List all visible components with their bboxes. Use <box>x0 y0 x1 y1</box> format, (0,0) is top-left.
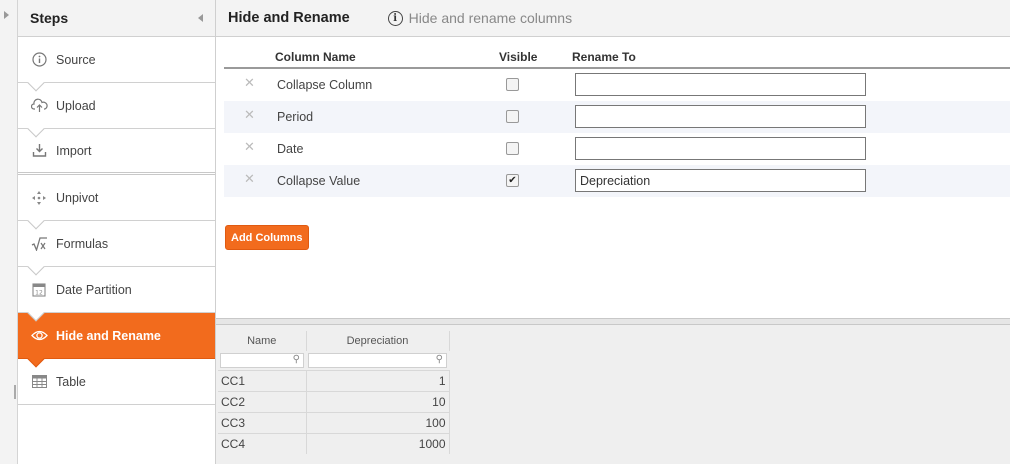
table-cell: 1 <box>306 369 450 391</box>
step-upload[interactable]: Upload <box>18 83 215 138</box>
rename-input[interactable] <box>575 105 866 128</box>
column-name-header: Column Name <box>275 50 356 64</box>
filter-cell: ⚲ <box>306 351 449 370</box>
table-cell: CC1 <box>218 369 307 391</box>
resize-grip[interactable] <box>14 385 16 399</box>
add-columns-button[interactable]: Add Columns <box>225 225 309 250</box>
panel-splitter[interactable] <box>216 318 1010 325</box>
calendar-icon: 12 <box>30 281 48 299</box>
rename-to-header: Rename To <box>572 50 636 64</box>
remove-icon[interactable]: ✕ <box>244 171 255 187</box>
column-name: Collapse Column <box>277 78 373 92</box>
visible-checkbox[interactable] <box>506 110 519 123</box>
download-tray-icon <box>30 142 48 160</box>
rename-input[interactable] <box>575 73 866 96</box>
column-header[interactable]: Name <box>218 331 307 351</box>
steps-header: Steps <box>18 0 215 37</box>
step-table[interactable]: Table <box>18 359 215 405</box>
step-formulas[interactable]: Formulas <box>18 221 215 276</box>
columns-grid-header: Column Name Visible Rename To <box>224 47 1010 69</box>
table-row: CC1 1 <box>218 369 450 391</box>
visible-checkbox[interactable] <box>506 78 519 91</box>
step-hide-and-rename[interactable]: Hide and Rename <box>18 313 215 368</box>
step-import[interactable]: Import <box>18 129 215 175</box>
filter-input[interactable]: ⚲ <box>308 352 447 368</box>
search-icon: ⚲ <box>292 353 300 365</box>
expand-arrow-icon[interactable] <box>4 11 9 19</box>
table-row: ✕ Collapse Value ✔ <box>224 165 1010 197</box>
svg-text:12: 12 <box>35 290 43 297</box>
collapse-arrow-icon[interactable] <box>198 14 203 22</box>
remove-icon[interactable]: ✕ <box>244 139 255 155</box>
page-header: Hide and Rename i Hide and rename column… <box>216 0 1010 37</box>
unpivot-arrows-icon <box>30 189 48 207</box>
table-row: ✕ Date <box>224 133 1010 165</box>
app-window: Steps Source Upload Import Unpivot Formu… <box>0 0 1010 464</box>
table-row: ✕ Period <box>224 101 1010 133</box>
filter-input[interactable]: ⚲ <box>220 352 304 368</box>
remove-icon[interactable]: ✕ <box>244 107 255 123</box>
column-name: Date <box>277 142 304 156</box>
visible-checkbox[interactable]: ✔ <box>506 174 519 187</box>
search-icon: ⚲ <box>435 353 443 365</box>
step-label: Source <box>56 52 96 67</box>
table-cell: CC4 <box>218 432 307 454</box>
table-row: CC3 100 <box>218 411 450 433</box>
rename-input[interactable] <box>575 169 866 192</box>
remove-icon[interactable]: ✕ <box>244 75 255 91</box>
step-label: Unpivot <box>56 190 99 205</box>
step-label: Upload <box>56 98 96 113</box>
step-unpivot[interactable]: Unpivot <box>18 175 215 230</box>
table-cell: CC3 <box>218 411 307 433</box>
hide-rename-panel: Column Name Visible Rename To ✕ Collapse… <box>216 37 1010 318</box>
step-date-partition[interactable]: 12 Date Partition <box>18 267 215 322</box>
table-cell: CC2 <box>218 390 307 412</box>
main-area: Hide and Rename i Hide and rename column… <box>216 0 1010 464</box>
rename-input[interactable] <box>575 137 866 160</box>
steps-panel: Steps Source Upload Import Unpivot Formu… <box>18 0 216 464</box>
visible-checkbox[interactable] <box>506 142 519 155</box>
step-label: Import <box>56 143 92 158</box>
eye-icon <box>30 327 48 345</box>
steps-title: Steps <box>30 10 69 26</box>
table-cell: 10 <box>306 390 450 412</box>
table-row: ✕ Collapse Column <box>224 69 1010 101</box>
table-cell: 1000 <box>306 432 450 454</box>
left-rail[interactable] <box>0 0 18 464</box>
step-label: Date Partition <box>56 282 132 297</box>
info-circle-icon <box>30 51 48 69</box>
step-label: Formulas <box>56 236 109 251</box>
table-cell: 100 <box>306 411 450 433</box>
filter-cell: ⚲ <box>218 351 306 370</box>
table-row: CC4 1000 <box>218 432 450 454</box>
visible-header: Visible <box>499 50 538 64</box>
page-info: i Hide and rename columns <box>387 10 573 26</box>
table-grid-icon <box>30 373 48 391</box>
step-label: Table <box>56 374 86 389</box>
preview-pane: Name Depreciation ⚲ ⚲ CC1 1 CC2 10 CC3 1… <box>216 325 1010 464</box>
info-text: Hide and rename columns <box>408 10 573 26</box>
column-name: Collapse Value <box>277 174 361 188</box>
cloud-upload-icon <box>30 97 48 115</box>
column-name: Period <box>277 110 314 124</box>
square-root-icon <box>30 235 48 253</box>
preview-table: Name Depreciation ⚲ ⚲ CC1 1 CC2 10 CC3 1… <box>218 331 450 454</box>
column-header[interactable]: Depreciation <box>306 331 450 351</box>
info-icon: i <box>387 10 403 26</box>
table-row: CC2 10 <box>218 390 450 412</box>
step-source[interactable]: Source <box>18 37 215 92</box>
page-title: Hide and Rename <box>228 10 350 26</box>
step-label: Hide and Rename <box>56 328 161 343</box>
